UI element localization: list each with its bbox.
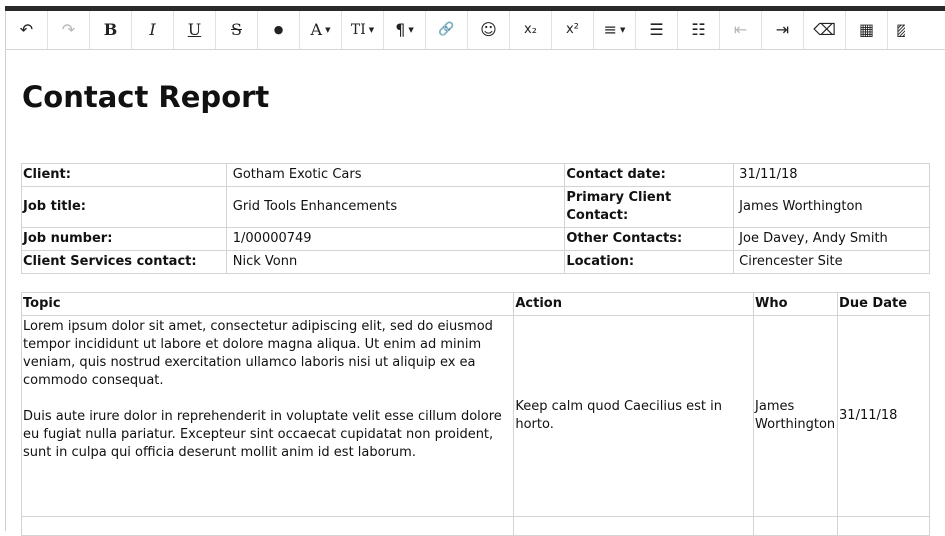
client-services-value: Nick Vonn [225,250,566,274]
column-header-who: Who [753,292,839,316]
ordered-list-icon: ☰ [649,20,664,39]
color-drop-icon: ● [273,23,284,36]
subscript-icon: x₂ [524,22,537,37]
indent-icon: ⇥ [775,20,790,39]
contact-date-label: Contact date: [564,163,735,187]
table-row: Job number: 1/00000749 Other Contacts: J… [21,227,930,251]
page-title: Contact Report [22,80,270,114]
action-items-table: Topic Action Who Due Date Lorem ipsum do… [20,292,930,536]
table-row: Client: Gotham Exotic Cars Contact date:… [21,163,930,187]
font-family-icon: A [310,20,323,39]
primary-contact-value: James Worthington [733,186,930,228]
bold-button[interactable]: B [90,11,132,49]
paragraph-format-button[interactable]: ¶ ▼ [384,11,426,49]
column-header-action: Action [513,292,755,316]
chevron-down-icon: ▼ [325,26,331,34]
clear-format-icon: ⌫ [813,20,836,39]
unordered-list-icon: ☷ [691,20,706,39]
clear-formatting-button[interactable]: ⌫ [804,11,846,49]
italic-icon: I [149,20,156,39]
insert-link-button[interactable]: 🔗 [426,11,468,49]
superscript-button[interactable]: x² [552,11,594,49]
paragraph-format-icon: ¶ [395,20,406,39]
editor-toolbar: ↶ ↷ B I U S ● A ▼ TI ▼ ¶ ▼ 🔗 ☺ x₂ x² ≡ ▼ ☰ ☷… [6,11,945,50]
topic-cell: Lorem ipsum dolor sit amet, consectetur … [20,315,515,517]
job-title-label: Job title: [21,186,227,228]
align-icon: ≡ [603,20,617,39]
topic-paragraph: Duis aute irure dolor in reprehenderit i… [23,409,502,460]
other-contacts-value: Joe Davey, Andy Smith [733,227,930,251]
font-family-button[interactable]: A ▼ [300,11,342,49]
ordered-list-button[interactable]: ☰ [636,11,678,49]
text-color-button[interactable]: ● [258,11,300,49]
job-number-label: Job number: [21,227,227,251]
chevron-down-icon: ▼ [408,26,414,34]
table-row: Client Services contact: Nick Vonn Locat… [21,250,930,274]
font-size-icon: TI [350,22,366,38]
who-cell: James Worthington [753,315,839,517]
client-services-label: Client Services contact: [21,250,227,274]
primary-contact-label: Primary Client Contact: [564,186,735,228]
subscript-button[interactable]: x₂ [510,11,552,49]
indent-button[interactable]: ⇥ [762,11,804,49]
redo-icon: ↷ [61,20,76,39]
link-icon: 🔗 [438,22,455,37]
strikethrough-button[interactable]: S [216,11,258,49]
outdent-button[interactable]: ⇤ [720,11,762,49]
align-button[interactable]: ≡ ▼ [594,11,636,49]
topic-paragraph: Lorem ipsum dolor sit amet, consectetur … [23,319,493,388]
table-row: Job title: Grid Tools Enhancements Prima… [21,186,930,228]
italic-button[interactable]: I [132,11,174,49]
empty-cell [513,516,755,536]
strikethrough-icon: S [231,20,242,39]
emoji-icon: ☺ [480,20,497,39]
column-header-topic: Topic [20,292,515,316]
chevron-down-icon: ▼ [368,26,375,34]
due-date-cell: 31/11/18 [837,315,930,517]
font-size-button[interactable]: TI ▼ [342,11,384,49]
empty-cell [837,516,930,536]
contact-info-table: Client: Gotham Exotic Cars Contact date:… [21,163,930,274]
action-cell: Keep calm quod Caecilius est in horto. [513,315,755,517]
client-value: Gotham Exotic Cars [225,163,566,187]
empty-cell [20,516,515,536]
emoji-button[interactable]: ☺ [468,11,510,49]
table-row [20,516,930,536]
bold-icon: B [103,20,118,39]
job-number-value: 1/00000749 [225,227,566,251]
unordered-list-button[interactable]: ☷ [678,11,720,49]
redo-button[interactable]: ↷ [48,11,90,49]
table-header-row: Topic Action Who Due Date [20,292,930,316]
underline-button[interactable]: U [174,11,216,49]
table-icon: ▦ [858,20,875,39]
undo-button[interactable]: ↶ [6,11,48,49]
insert-table-button[interactable]: ▦ [846,11,888,49]
table-row: Lorem ipsum dolor sit amet, consectetur … [20,315,930,517]
editor-content[interactable]: Contact Report Client: Gotham Exotic Car… [6,50,945,536]
chevron-down-icon: ▼ [620,26,626,34]
empty-cell [753,516,839,536]
job-title-value: Grid Tools Enhancements [225,186,566,228]
location-label: Location: [564,250,735,274]
underline-icon: U [187,20,202,39]
client-label: Client: [21,163,227,187]
other-contacts-label: Other Contacts: [564,227,735,251]
column-header-due-date: Due Date [837,292,930,316]
image-icon: ▨ [896,20,905,39]
outdent-icon: ⇤ [733,20,748,39]
undo-icon: ↶ [19,20,34,39]
location-value: Cirencester Site [733,250,930,274]
contact-date-value: 31/11/18 [733,163,930,187]
insert-image-button[interactable]: ▨ [888,11,905,49]
superscript-icon: x² [566,22,579,37]
